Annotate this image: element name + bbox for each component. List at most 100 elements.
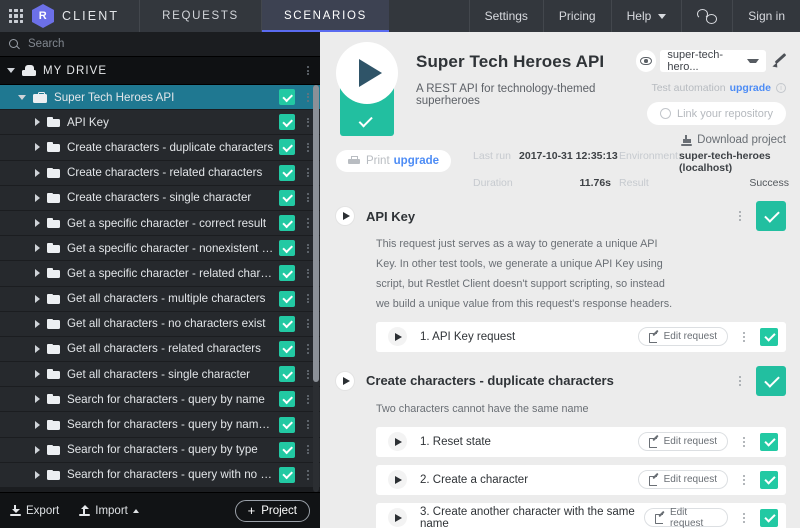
request-row[interactable]: 3. Create another character with the sam… bbox=[376, 502, 786, 528]
import-button[interactable]: Import bbox=[79, 505, 139, 517]
edit-request-button[interactable]: Edit request bbox=[637, 470, 728, 490]
info-icon[interactable]: i bbox=[776, 83, 786, 93]
chevron-right-icon[interactable] bbox=[35, 470, 40, 479]
nav-settings[interactable]: Settings bbox=[468, 0, 543, 32]
scenario-menu-icon[interactable] bbox=[734, 375, 746, 387]
tree-node-scenario[interactable]: Get a specific character - related chara… bbox=[0, 261, 320, 287]
chevron-right-icon[interactable] bbox=[35, 445, 40, 454]
enabled-checkbox[interactable] bbox=[279, 164, 295, 181]
chevron-right-icon[interactable] bbox=[35, 370, 40, 379]
request-row[interactable]: 1. API Key request Edit request bbox=[376, 321, 786, 352]
enabled-checkbox[interactable] bbox=[279, 89, 295, 106]
enabled-checkbox[interactable] bbox=[279, 114, 295, 131]
tree-node-scenario[interactable]: Search for characters - query with no ma… bbox=[0, 462, 320, 488]
chevron-right-icon[interactable] bbox=[35, 219, 40, 228]
request-row[interactable]: 2. Create a character Edit request bbox=[376, 464, 786, 495]
chevron-down-icon[interactable] bbox=[7, 68, 15, 73]
chevron-right-icon[interactable] bbox=[35, 168, 40, 177]
chevron-right-icon[interactable] bbox=[35, 420, 40, 429]
tree-node-menu-icon[interactable] bbox=[303, 294, 313, 304]
link-repository-button[interactable]: Link your repository bbox=[647, 102, 786, 125]
scenario-enabled-checkbox[interactable] bbox=[756, 201, 786, 231]
tree-node-menu-icon[interactable] bbox=[303, 470, 313, 480]
print-button[interactable]: Print upgrade bbox=[336, 150, 452, 172]
nav-chat[interactable] bbox=[681, 0, 732, 32]
my-drive-row[interactable]: MY DRIVE bbox=[0, 57, 320, 85]
scenario-enabled-checkbox[interactable] bbox=[756, 365, 786, 396]
request-menu-icon[interactable] bbox=[738, 436, 750, 448]
tree-node-project[interactable]: Super Tech Heroes API bbox=[0, 85, 320, 111]
tree-node-scenario[interactable]: Create characters - single character bbox=[0, 185, 320, 211]
sidebar-scrollbar-track[interactable] bbox=[313, 85, 319, 492]
edit-request-button[interactable]: Edit request bbox=[643, 507, 728, 528]
run-request-button[interactable] bbox=[388, 508, 407, 528]
enabled-checkbox[interactable] bbox=[279, 315, 295, 332]
nav-help[interactable]: Help bbox=[610, 0, 682, 32]
print-upgrade-link[interactable]: upgrade bbox=[394, 155, 439, 167]
request-enabled-checkbox[interactable] bbox=[760, 470, 778, 489]
tree-node-menu-icon[interactable] bbox=[303, 369, 313, 379]
run-request-button[interactable] bbox=[388, 470, 407, 490]
tree-node-scenario[interactable]: Get all characters - related characters bbox=[0, 336, 320, 363]
chevron-right-icon[interactable] bbox=[35, 143, 40, 152]
tree-node-scenario[interactable]: Get all characters - single character bbox=[0, 362, 320, 388]
test-automation-upgrade-link[interactable]: upgrade bbox=[730, 82, 771, 94]
tree-node-menu-icon[interactable] bbox=[303, 394, 313, 404]
tab-scenarios[interactable]: SCENARIOS bbox=[260, 0, 390, 32]
enabled-checkbox[interactable] bbox=[279, 215, 295, 232]
tree-node-scenario[interactable]: Search for characters - query by name bbox=[0, 387, 320, 413]
export-button[interactable]: Export bbox=[10, 505, 59, 517]
tree-node-scenario[interactable]: Get a specific character - correct resul… bbox=[0, 210, 320, 237]
chevron-right-icon[interactable] bbox=[35, 344, 40, 353]
chevron-down-icon[interactable] bbox=[18, 94, 26, 100]
restlet-logo-icon[interactable]: R bbox=[32, 4, 54, 28]
tree-node-scenario[interactable]: Get a specific character - nonexistent c… bbox=[0, 236, 320, 262]
tree-node-scenario[interactable]: Get all characters - multiple characters bbox=[0, 286, 320, 312]
download-project-button[interactable]: Download project bbox=[681, 134, 786, 146]
scenario-section-header[interactable]: Create characters - duplicate characters bbox=[336, 364, 786, 398]
request-enabled-checkbox[interactable] bbox=[760, 432, 778, 451]
request-row[interactable]: 1. Reset state Edit request bbox=[376, 426, 786, 457]
tree-node-menu-icon[interactable] bbox=[303, 344, 313, 354]
chevron-right-icon[interactable] bbox=[35, 294, 40, 303]
edit-request-button[interactable]: Edit request bbox=[637, 327, 728, 347]
preview-eye-button[interactable] bbox=[636, 50, 657, 72]
enabled-checkbox[interactable] bbox=[279, 366, 295, 383]
chevron-right-icon[interactable] bbox=[35, 269, 40, 278]
enabled-checkbox[interactable] bbox=[279, 290, 295, 307]
my-drive-menu-icon[interactable] bbox=[303, 65, 313, 76]
run-scenario-button[interactable] bbox=[336, 371, 354, 390]
tree-node-menu-icon[interactable] bbox=[303, 92, 313, 102]
search-input[interactable] bbox=[28, 38, 228, 50]
enabled-checkbox[interactable] bbox=[279, 340, 295, 357]
enabled-checkbox[interactable] bbox=[279, 189, 295, 206]
enabled-checkbox[interactable] bbox=[279, 391, 295, 408]
tree-node-scenario[interactable]: Create characters - duplicate characters bbox=[0, 135, 320, 161]
tree-node-menu-icon[interactable] bbox=[303, 319, 313, 329]
run-scenario-button[interactable] bbox=[336, 207, 354, 225]
enabled-checkbox[interactable] bbox=[279, 240, 295, 257]
tree-node-menu-icon[interactable] bbox=[303, 142, 313, 153]
enabled-checkbox[interactable] bbox=[279, 416, 295, 433]
tree-node-scenario[interactable]: API Key bbox=[0, 110, 320, 136]
chevron-right-icon[interactable] bbox=[35, 319, 40, 328]
edit-pencil-icon[interactable] bbox=[773, 54, 786, 68]
run-request-button[interactable] bbox=[388, 432, 407, 452]
tree-node-scenario[interactable]: Get all characters - no characters exist bbox=[0, 311, 320, 337]
run-project-button[interactable] bbox=[336, 42, 398, 104]
chevron-right-icon[interactable] bbox=[35, 244, 40, 253]
tree-node-scenario[interactable]: Search for characters - query by name an… bbox=[0, 412, 320, 438]
environment-select[interactable]: super-tech-hero... bbox=[660, 49, 767, 73]
tree-node-scenario[interactable]: Search for characters - query by type bbox=[0, 437, 320, 463]
edit-request-button[interactable]: Edit request bbox=[637, 432, 728, 452]
chevron-right-icon[interactable] bbox=[35, 118, 40, 127]
enabled-checkbox[interactable] bbox=[279, 265, 295, 282]
run-request-button[interactable] bbox=[388, 327, 407, 347]
enabled-checkbox[interactable] bbox=[279, 139, 295, 156]
tree-node-menu-icon[interactable] bbox=[303, 268, 313, 278]
enabled-checkbox[interactable] bbox=[279, 441, 295, 458]
nav-sign-in[interactable]: Sign in bbox=[732, 0, 800, 32]
tree-node-menu-icon[interactable] bbox=[303, 193, 313, 203]
request-menu-icon[interactable] bbox=[738, 331, 750, 343]
tree-node-menu-icon[interactable] bbox=[303, 445, 313, 455]
